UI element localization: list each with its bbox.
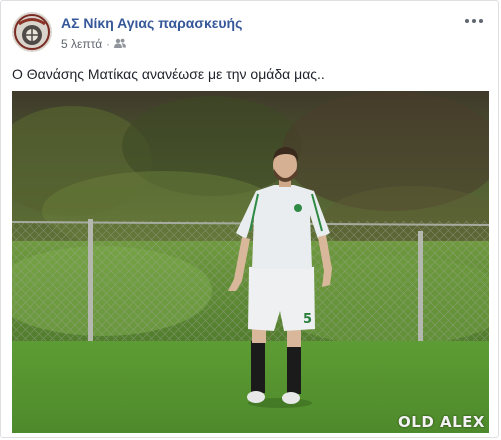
page-name-link[interactable]: ΑΣ Νίκη Αγιας παρασκευής: [61, 15, 242, 31]
post-card: ΑΣ Νίκη Αγιας παρασκευής 5 λεπτά · Ο Θαν…: [0, 0, 499, 438]
page-avatar[interactable]: [12, 12, 52, 52]
post-timestamp[interactable]: 5 λεπτά: [61, 37, 102, 51]
more-options-icon[interactable]: [464, 13, 484, 29]
meta-separator: ·: [106, 37, 111, 51]
shorts-number: 5: [303, 312, 312, 327]
post-photo[interactable]: 5 OLD ALEX: [12, 91, 489, 433]
photo-watermark: OLD ALEX: [398, 413, 485, 431]
club-logo-icon: [12, 12, 52, 52]
post-meta: 5 λεπτά ·: [61, 36, 127, 52]
post-caption: Ο Θανάσης Ματίκας ανανέωσε με την ομάδα …: [12, 66, 325, 82]
friends-icon[interactable]: [114, 37, 127, 51]
soccer-player-image: 5: [12, 91, 489, 433]
